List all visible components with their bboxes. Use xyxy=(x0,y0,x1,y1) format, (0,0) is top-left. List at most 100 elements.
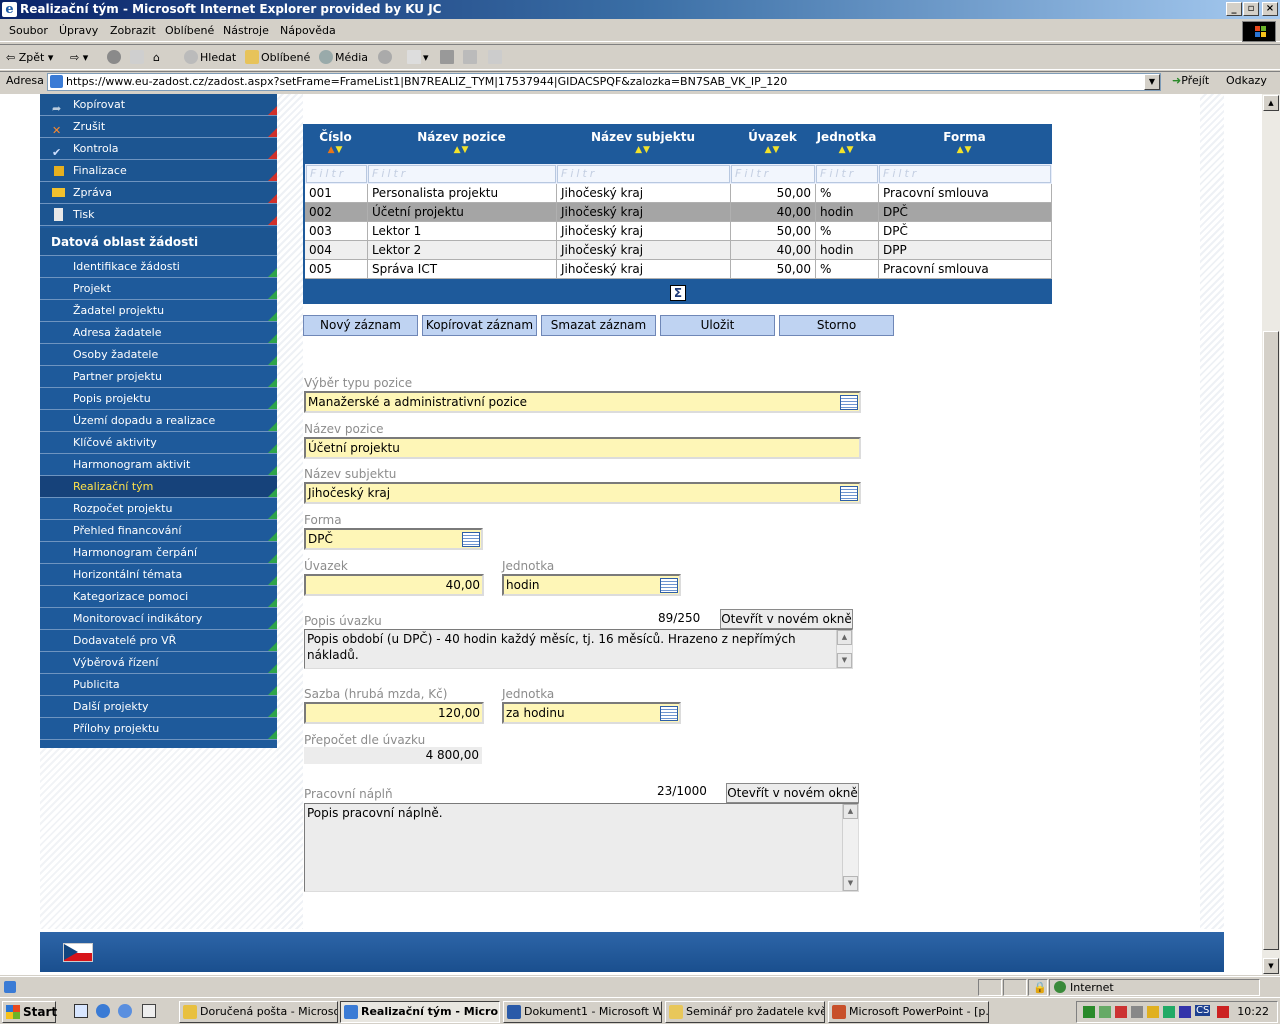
rate-unit-field[interactable]: za hodinu xyxy=(502,702,681,724)
col-header-position[interactable]: Název pozice ▲▼ xyxy=(367,125,556,163)
sidebar-item[interactable]: Přehled financování xyxy=(40,520,277,542)
sidebar-item[interactable]: Monitorovací indikátory xyxy=(40,608,277,630)
picker-icon[interactable] xyxy=(840,486,858,501)
tray-icon-5[interactable] xyxy=(1147,1006,1159,1018)
outlook-icon[interactable] xyxy=(96,1004,110,1018)
save-button[interactable]: Uložit xyxy=(660,315,775,336)
col-header-subject[interactable]: Název subjektu ▲▼ xyxy=(556,125,730,163)
table-row[interactable]: 005 Správa ICT Jihočeský kraj 50,00% Pracovn… xyxy=(305,260,1052,279)
col-header-form[interactable]: Forma ▲▼ xyxy=(878,125,1051,163)
sidebar-item[interactable]: Realizační tým xyxy=(40,476,277,498)
sidebar-item[interactable]: Horizontální témata xyxy=(40,564,277,586)
filter-input-number[interactable]: Filtr xyxy=(306,165,367,183)
sidebar-item[interactable]: Popis projektu xyxy=(40,388,277,410)
sidebar-item[interactable]: Přílohy projektu xyxy=(40,718,277,740)
open-in-new-window-button[interactable]: Otevřít v novém okně xyxy=(726,783,859,803)
task-powerpoint[interactable]: Microsoft PowerPoint - [p... xyxy=(828,1001,989,1023)
sidebar-item[interactable]: Publicita xyxy=(40,674,277,696)
task-word[interactable]: Dokument1 - Microsoft W... xyxy=(503,1001,662,1023)
scroll-thumb[interactable] xyxy=(1263,331,1279,950)
filter-input-workload[interactable]: Filtr xyxy=(731,165,815,183)
table-row[interactable]: 001 Personalista projektu Jihočeský kraj 50… xyxy=(305,184,1052,203)
page-scrollbar[interactable]: ▲ ▼ xyxy=(1262,94,1280,975)
table-row[interactable]: 002 Účetní projektu Jihočeský kraj 40,00 hod… xyxy=(305,203,1052,222)
notepad-icon[interactable] xyxy=(142,1004,156,1018)
sort-arrows-icon[interactable]: ▲▼ xyxy=(815,145,878,155)
back-button[interactable]: ⇦ Zpět ▾ xyxy=(6,49,53,67)
sidebar-item[interactable]: Adresa žadatele xyxy=(40,322,277,344)
close-button[interactable]: × xyxy=(1262,2,1278,16)
favorites-button[interactable]: Oblíbené xyxy=(245,49,310,67)
table-row[interactable]: 004 Lektor 2 Jihočeský kraj 40,00 hodin DPP xyxy=(305,241,1052,260)
edit-button[interactable] xyxy=(463,49,479,67)
workload-input[interactable]: 40,00 xyxy=(304,574,484,596)
go-button[interactable]: ➜Přejít xyxy=(1172,74,1209,87)
sidebar-item[interactable]: Harmonogram čerpání xyxy=(40,542,277,564)
sidebar-item[interactable]: Dodavatelé pro VŘ xyxy=(40,630,277,652)
tray-icon-7[interactable] xyxy=(1217,1006,1229,1018)
discuss-button[interactable] xyxy=(488,49,504,67)
sidebar-item[interactable]: Žadatel projektu xyxy=(40,300,277,322)
table-row[interactable]: 003 Lektor 1 Jihočeský kraj 50,00% DPČ xyxy=(305,222,1052,241)
tray-icon-6[interactable] xyxy=(1163,1006,1175,1018)
rate-input[interactable]: 120,00 xyxy=(304,702,484,724)
sidebar-item[interactable]: Území dopadu a realizace xyxy=(40,410,277,432)
tray-icon-1[interactable] xyxy=(1083,1006,1095,1018)
cancel-button[interactable]: Storno xyxy=(779,315,894,336)
stop-button[interactable] xyxy=(107,49,123,67)
sidebar-item[interactable]: Osoby žadatele xyxy=(40,344,277,366)
sidebar-item[interactable]: Další projekty xyxy=(40,696,277,718)
sidebar-item[interactable]: Výběrová řízení xyxy=(40,652,277,674)
col-header-workload[interactable]: Úvazek ▲▼ xyxy=(730,125,815,163)
position-type-field[interactable]: Manažerské a administrativní pozice xyxy=(304,391,861,413)
picker-icon[interactable] xyxy=(660,706,678,721)
filter-input-position[interactable]: Filtr xyxy=(368,165,556,183)
mail-button[interactable]: ▾ xyxy=(407,49,429,67)
sidebar-action-message[interactable]: Zpráva xyxy=(40,182,277,204)
textarea-scrollbar[interactable]: ▲ ▼ xyxy=(842,804,858,891)
unit-field[interactable]: hodin xyxy=(502,574,681,596)
sidebar-item[interactable]: Harmonogram aktivit xyxy=(40,454,277,476)
sidebar-item[interactable]: Rozpočet projektu xyxy=(40,498,277,520)
scroll-down-arrow-icon[interactable]: ▼ xyxy=(1263,958,1279,974)
tray-icon-4[interactable] xyxy=(1131,1006,1143,1018)
filter-input-form[interactable]: Filtr xyxy=(879,165,1051,183)
sort-arrows-icon[interactable]: ▲▼ xyxy=(556,145,730,155)
copy-record-button[interactable]: Kopírovat záznam xyxy=(422,315,537,336)
delete-record-button[interactable]: Smazat záznam xyxy=(541,315,656,336)
job-desc-textarea[interactable]: Popis pracovní náplně. ▲ ▼ xyxy=(304,803,859,892)
tray-icon-3[interactable] xyxy=(1115,1006,1127,1018)
task-ie-active[interactable]: Realizační tým - Micro... xyxy=(340,1001,500,1023)
sidebar-item[interactable]: Kategorizace pomoci xyxy=(40,586,277,608)
czech-flag-icon[interactable] xyxy=(63,943,93,962)
search-button[interactable]: Hledat xyxy=(184,49,236,67)
media-player-icon[interactable] xyxy=(1179,1006,1191,1018)
scroll-up-arrow-icon[interactable]: ▲ xyxy=(1263,95,1279,111)
picker-icon[interactable] xyxy=(840,395,858,410)
home-button[interactable]: ⌂ xyxy=(153,49,160,67)
workload-desc-textarea[interactable]: Popis období (u DPČ) - 40 hodin každý mě… xyxy=(304,629,853,669)
menu-favorites[interactable]: Oblíbené xyxy=(165,24,214,37)
sidebar-item[interactable]: Klíčové aktivity xyxy=(40,432,277,454)
minimize-button[interactable]: _ xyxy=(1226,2,1242,16)
task-folder[interactable]: Seminář pro žadatele kvě... xyxy=(665,1001,825,1023)
maximize-button[interactable]: ▫ xyxy=(1243,2,1259,16)
menu-tools[interactable]: Nástroje xyxy=(223,24,269,37)
forward-button[interactable]: ⇨ ▾ xyxy=(70,49,88,67)
menu-view[interactable]: Zobrazit xyxy=(110,24,156,37)
sort-arrows-icon[interactable]: ▲▼ xyxy=(304,145,367,155)
sidebar-action-check[interactable]: ✔ Kontrola xyxy=(40,138,277,160)
history-button[interactable] xyxy=(378,49,394,67)
picker-icon[interactable] xyxy=(660,578,678,593)
filter-input-unit[interactable]: Filtr xyxy=(816,165,878,183)
show-desktop-icon[interactable] xyxy=(74,1004,88,1018)
sidebar-item[interactable]: Partner projektu xyxy=(40,366,277,388)
menu-file[interactable]: Soubor xyxy=(9,24,48,37)
picker-icon[interactable] xyxy=(462,532,480,547)
address-input[interactable]: https://www.eu-zadost.cz/zadost.aspx?set… xyxy=(47,73,1161,91)
sum-icon[interactable]: Σ xyxy=(670,285,686,301)
subject-name-field[interactable]: Jihočeský kraj xyxy=(304,482,861,504)
sidebar-action-print[interactable]: Tisk xyxy=(40,204,277,226)
textarea-scrollbar[interactable]: ▲ ▼ xyxy=(836,630,852,668)
position-name-input[interactable]: Účetní projektu xyxy=(304,437,861,459)
